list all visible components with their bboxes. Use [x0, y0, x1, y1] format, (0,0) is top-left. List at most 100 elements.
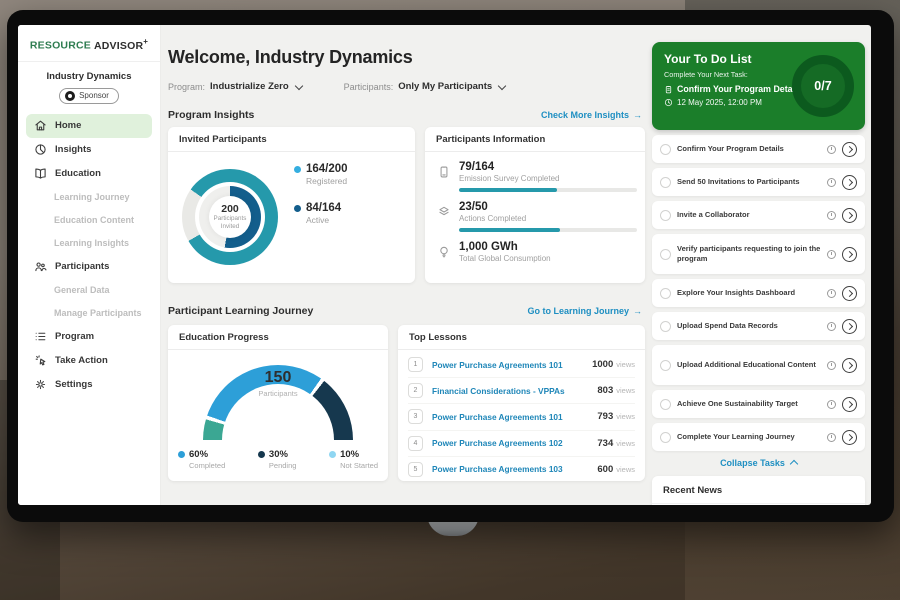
legend-dot	[178, 451, 185, 458]
lesson-title-link[interactable]: Power Purchase Agreements 101	[432, 360, 592, 370]
sidebar-item-label: Participants	[55, 261, 109, 272]
task-open-button[interactable]	[842, 358, 857, 373]
lesson-row: 2 Financial Considerations - VPPAs 803 v…	[408, 378, 635, 404]
task-open-button[interactable]	[842, 208, 857, 223]
lesson-row: 3 Power Purchase Agreements 101 793 view…	[408, 404, 635, 430]
gauge-center-value: 150	[203, 369, 353, 387]
task-item[interactable]: Upload Spend Data Records	[652, 312, 865, 340]
lesson-title-link[interactable]: Power Purchase Agreements 103	[432, 464, 597, 474]
task-radio[interactable]	[660, 321, 671, 332]
stat-value: 79/164	[459, 161, 637, 173]
sponsor-badge: Sponsor	[59, 88, 119, 104]
sidebar-item-label: Settings	[55, 379, 92, 390]
legend-value: 60%	[189, 449, 208, 460]
task-radio[interactable]	[660, 144, 671, 155]
sidebar-item-home[interactable]: Home	[26, 114, 152, 138]
participants-icon	[34, 260, 47, 273]
lessons-list: 1 Power Purchase Agreements 101 1000 vie…	[398, 350, 645, 482]
filters-row: Program: Industrialize Zero Participants…	[168, 81, 505, 92]
sidebar-item-label: Manage Participants	[54, 308, 142, 318]
participants-dropdown[interactable]: Participants: Only My Participants	[344, 81, 506, 92]
lesson-rank: 3	[408, 409, 423, 424]
stat-value: 1,000 GWh	[459, 241, 551, 253]
task-radio[interactable]	[660, 288, 671, 299]
participants-dropdown-label: Participants:	[344, 82, 394, 92]
task-radio[interactable]	[660, 432, 671, 443]
task-open-button[interactable]	[842, 175, 857, 190]
task-open-button[interactable]	[842, 397, 857, 412]
task-label: Invite a Collaborator	[677, 210, 821, 220]
legend-dot	[258, 451, 265, 458]
sidebar-item-general-data[interactable]: General Data	[26, 279, 152, 302]
clock-icon	[827, 361, 836, 370]
chevron-down-icon	[294, 81, 302, 89]
task-open-button[interactable]	[842, 430, 857, 445]
clock-icon	[827, 289, 836, 298]
legend-value: 30%	[269, 449, 288, 460]
sponsor-badge-wrap: Sponsor	[18, 88, 160, 104]
participants-information-card: Participants Information 79/164 Emission…	[425, 127, 645, 283]
sidebar-item-settings[interactable]: Settings	[26, 373, 152, 397]
legend-dot	[294, 205, 301, 212]
chevron-right-icon	[845, 145, 852, 152]
gauge-center-label: Participants	[203, 389, 353, 398]
lesson-views-suffix: views	[616, 439, 635, 448]
arrow-right-icon: →	[633, 110, 642, 120]
sidebar-item-take-action[interactable]: Take Action	[26, 349, 152, 373]
lesson-title-link[interactable]: Power Purchase Agreements 101	[432, 412, 597, 422]
task-radio[interactable]	[660, 399, 671, 410]
task-open-button[interactable]	[842, 319, 857, 334]
sidebar-item-education[interactable]: Education	[26, 162, 152, 186]
clock-icon	[827, 400, 836, 409]
todo-summary-card: Your To Do List Complete Your Next Task:…	[652, 42, 865, 130]
clock-icon	[827, 178, 836, 187]
legend-dot	[329, 451, 336, 458]
settings-gear-icon	[34, 378, 47, 391]
task-item[interactable]: Complete Your Learning Journey	[652, 423, 865, 451]
program-insights-header: Program Insights Check More Insights→	[168, 109, 642, 121]
task-item[interactable]: Upload Additional Educational Content	[652, 345, 865, 385]
task-item[interactable]: Explore Your Insights Dashboard	[652, 279, 865, 307]
task-label: Verify participants requesting to join t…	[677, 244, 821, 264]
sidebar-item-participants[interactable]: Participants	[26, 255, 152, 279]
task-open-button[interactable]	[842, 247, 857, 262]
brand-name-secondary: ADVISOR	[94, 40, 143, 52]
lesson-rank: 5	[408, 462, 423, 477]
task-item[interactable]: Verify participants requesting to join t…	[652, 234, 865, 274]
task-open-button[interactable]	[842, 142, 857, 157]
lesson-title-link[interactable]: Power Purchase Agreements 102	[432, 438, 597, 448]
sidebar-item-education-content[interactable]: Education Content	[26, 209, 152, 232]
task-radio[interactable]	[660, 177, 671, 188]
section-title: Program Insights	[168, 109, 254, 121]
task-radio[interactable]	[660, 249, 671, 260]
clock-icon	[827, 211, 836, 220]
collapse-tasks-link[interactable]: Collapse Tasks	[652, 458, 865, 468]
sidebar-item-program[interactable]: Program	[26, 325, 152, 349]
sidebar-item-manage-participants[interactable]: Manage Participants	[26, 302, 152, 325]
lesson-title-link[interactable]: Financial Considerations - VPPAs	[432, 386, 597, 396]
legend-label: Not Started	[340, 461, 378, 470]
task-item[interactable]: Achieve One Sustainability Target	[652, 390, 865, 418]
sidebar-item-learning-journey[interactable]: Learning Journey	[26, 186, 152, 209]
stats-list: 79/164 Emission Survey Completed 23/50 A…	[425, 152, 645, 263]
clock-icon	[827, 145, 836, 154]
task-label: Confirm Your Program Details	[677, 144, 821, 154]
task-item[interactable]: Invite a Collaborator	[652, 201, 865, 229]
chevron-right-icon	[845, 211, 852, 218]
go-to-learning-journey-link[interactable]: Go to Learning Journey→	[527, 306, 642, 316]
sidebar-item-learning-insights[interactable]: Learning Insights	[26, 232, 152, 255]
program-dropdown[interactable]: Program: Industrialize Zero	[168, 81, 302, 92]
stat-label: Actions Completed	[459, 214, 637, 223]
task-radio[interactable]	[660, 210, 671, 221]
sidebar-item-label: Insights	[55, 144, 91, 155]
sidebar-item-label: Home	[55, 120, 81, 131]
task-radio[interactable]	[660, 360, 671, 371]
card-title: Education Progress	[168, 325, 388, 350]
check-more-insights-link[interactable]: Check More Insights→	[541, 110, 642, 120]
task-item[interactable]: Send 50 Invitations to Participants	[652, 168, 865, 196]
task-item[interactable]: Confirm Your Program Details	[652, 135, 865, 163]
task-open-button[interactable]	[842, 286, 857, 301]
legend-value: 84/164	[306, 202, 341, 214]
sidebar-item-insights[interactable]: Insights	[26, 138, 152, 162]
dashboard-app: RESOURCEADVISOR+ Industry Dynamics Spons…	[18, 25, 871, 505]
